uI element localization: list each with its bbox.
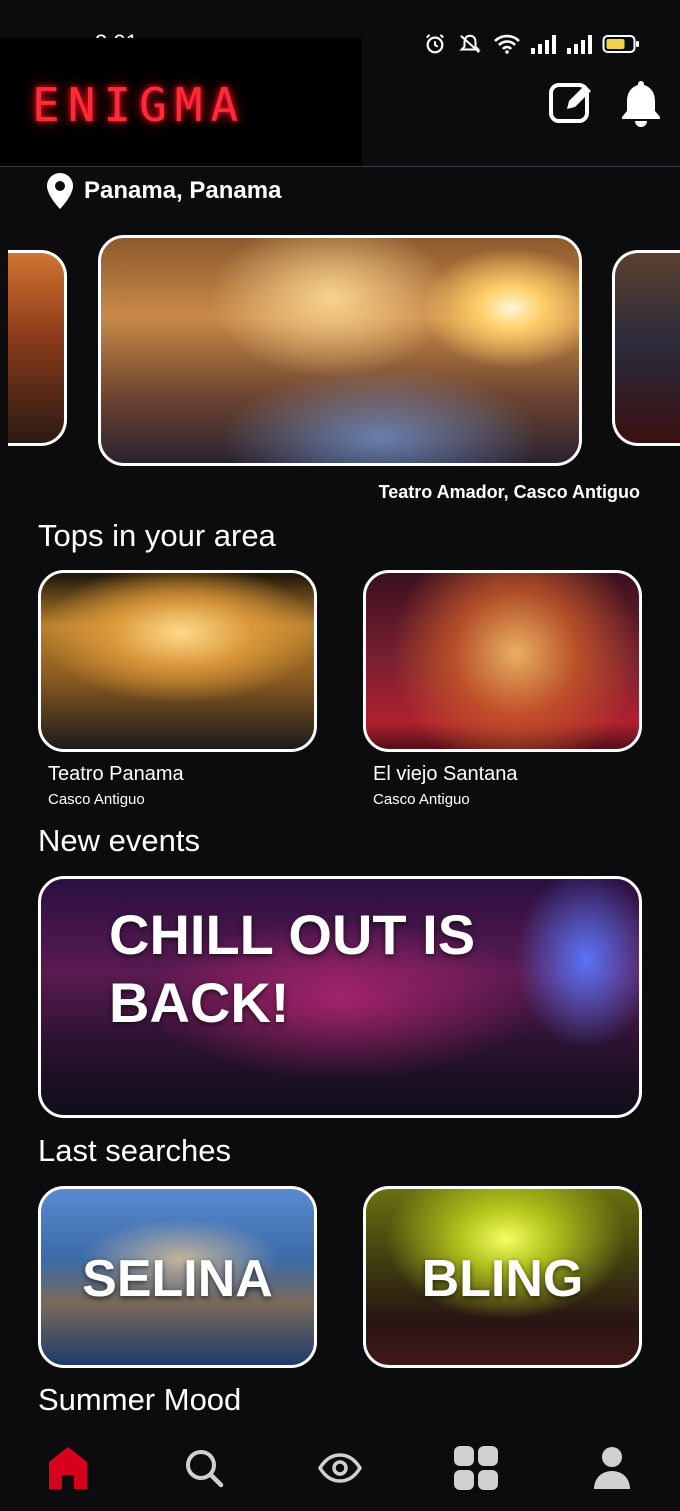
battery-icon (602, 35, 639, 53)
section-title-summer-mood: Summer Mood (38, 1382, 242, 1417)
event-banner[interactable]: CHILL OUT IS BACK! (38, 876, 642, 1118)
venue-card-teatro-panama[interactable] (38, 570, 317, 752)
signal-icon-2 (567, 35, 592, 54)
venue-area: Casco Antiguo (48, 791, 145, 808)
location-pin-icon (47, 173, 73, 209)
venue-title: Teatro Panama (48, 763, 184, 785)
bottom-nav (0, 1428, 680, 1511)
mute-bell-icon (459, 34, 481, 53)
wifi-icon (494, 34, 520, 54)
bell-icon (622, 81, 660, 127)
nav-search[interactable] (174, 1442, 234, 1494)
status-icons (424, 33, 640, 55)
section-title-last-searches: Last searches (38, 1133, 231, 1168)
compose-button[interactable] (546, 78, 596, 128)
app-logo: ENIGMA (32, 78, 247, 132)
nav-categories[interactable] (446, 1442, 506, 1494)
search-card-selina[interactable]: SELINA (38, 1186, 317, 1368)
signal-icon (531, 35, 556, 54)
nav-profile[interactable] (582, 1442, 642, 1494)
venue-area: Casco Antiguo (373, 791, 470, 808)
nav-home[interactable] (38, 1442, 98, 1494)
venue-title: El viejo Santana (373, 763, 518, 785)
eye-icon (318, 1453, 362, 1483)
edit-icon (549, 83, 591, 123)
carousel-prev-card[interactable] (8, 250, 67, 446)
grid-icon (454, 1446, 498, 1490)
home-icon (49, 1447, 87, 1489)
venue-card-el-viejo-santana[interactable] (363, 570, 642, 752)
profile-icon (594, 1447, 630, 1489)
search-card-bling[interactable]: BLING (363, 1186, 642, 1368)
carousel-featured-card[interactable] (98, 235, 582, 466)
header-divider (0, 166, 680, 167)
alarm-icon (426, 34, 444, 54)
section-title-tops: Tops in your area (38, 518, 276, 553)
location-selector[interactable]: Panama, Panama (46, 172, 281, 210)
search-card-label: SELINA (82, 1250, 273, 1308)
event-banner-title: CHILL OUT IS BACK! (109, 903, 476, 1034)
featured-caption: Teatro Amador, Casco Antiguo (378, 482, 640, 502)
section-title-new-events: New events (38, 823, 200, 858)
nav-watch[interactable] (310, 1442, 370, 1494)
location-label: Panama, Panama (84, 177, 282, 204)
search-card-label: BLING (421, 1250, 584, 1308)
search-icon (186, 1450, 224, 1488)
notifications-button[interactable] (616, 78, 666, 128)
carousel-next-card[interactable] (612, 250, 680, 446)
